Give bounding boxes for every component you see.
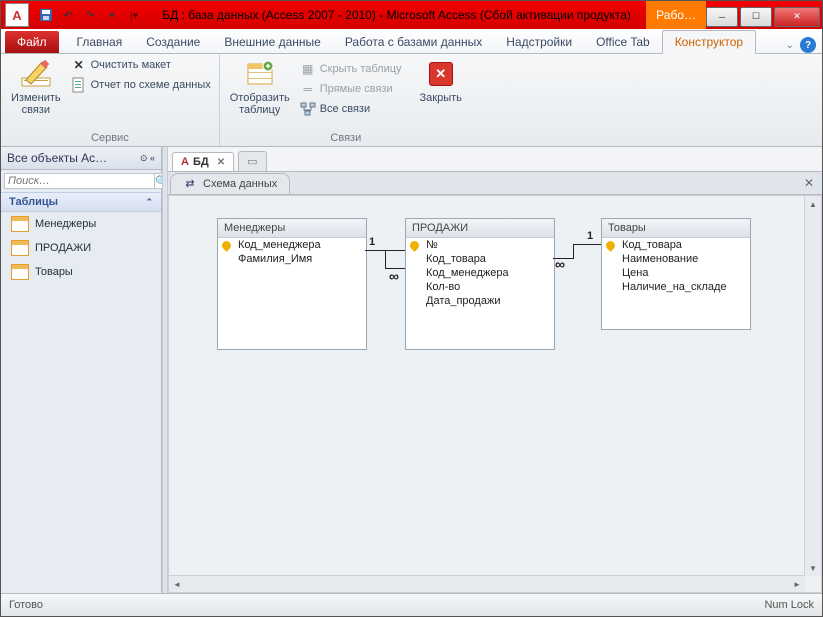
nav-header-dropdown-icon[interactable]: ⊙ « [140,153,155,164]
table-field[interactable]: Код_менеджера [218,238,366,252]
scroll-up-icon[interactable]: ▲ [805,196,821,212]
save-icon[interactable] [37,6,55,24]
tab-create[interactable]: Создание [134,31,212,53]
object-tab-strip: ⇄ Схема данных ✕ [168,172,822,195]
edit-relations-icon [20,58,52,90]
schema-report-icon [71,77,87,93]
nav-search: 🔍 [1,170,161,192]
clear-layout-button[interactable]: ✕ Очистить макет [69,56,213,74]
scroll-right-icon[interactable]: ► [789,576,805,592]
nav-search-input[interactable] [4,173,155,189]
scroll-down-icon[interactable]: ▼ [805,560,821,576]
nav-category-tables[interactable]: Таблицы ⌃ [1,192,161,212]
ribbon: Изменить связи ✕ Очистить макет Отчет по… [1,54,822,147]
navigation-pane: Все объекты Ac… ⊙ « 🔍 Таблицы ⌃ Менеджер… [1,147,162,593]
table-field[interactable]: Наличие_на_складе [602,280,750,294]
table-box-managers[interactable]: МенеджерыКод_менеджераФамилия_Имя [217,218,367,350]
window-close-button[interactable]: ✕ [774,7,820,27]
minimize-button[interactable]: ─ [706,7,738,27]
edit-relations-button[interactable]: Изменить связи [7,56,65,118]
relation-one-left: 1 [369,236,375,248]
table-field[interactable]: Код_менеджера [406,266,554,280]
nav-item-goods[interactable]: Товары [1,260,161,284]
table-icon [11,240,29,256]
quick-access-toolbar: ↶ ↷ ▼ |▾ [33,6,147,24]
doc-tab-blank[interactable]: ▭ [238,151,266,171]
help-icon[interactable]: ? [800,37,816,53]
nav-item-managers[interactable]: Менеджеры [1,212,161,236]
ribbon-group-service: Изменить связи ✕ Очистить макет Отчет по… [1,54,220,146]
scroll-left-icon[interactable]: ◄ [169,576,185,592]
clear-layout-icon: ✕ [71,57,87,73]
status-ready: Готово [9,599,43,611]
qat-dropdown-icon[interactable]: ▼ [103,6,121,24]
hide-table-icon: ▦ [300,61,316,77]
close-object-tab-icon[interactable]: ✕ [796,176,822,190]
tab-database-tools[interactable]: Работа с базами данных [333,31,494,53]
table-field[interactable]: Дата_продажи [406,294,554,308]
nav-pane-header[interactable]: Все объекты Ac… ⊙ « [1,147,161,170]
group-label-service: Сервис [7,132,213,146]
schema-report-button[interactable]: Отчет по схеме данных [69,76,213,94]
hide-table-button: ▦ Скрыть таблицу [298,60,404,78]
direct-relations-icon: ═ [300,81,316,97]
table-header[interactable]: Менеджеры [218,219,366,238]
table-icon [11,216,29,232]
table-field[interactable]: Фамилия_Имя [218,252,366,266]
tab-addins[interactable]: Надстройки [494,31,584,53]
close-icon: ✕ [429,62,453,86]
show-table-button[interactable]: Отобразить таблицу [226,56,294,118]
collapse-icon[interactable]: ⌃ [145,197,153,208]
tab-design[interactable]: Конструктор [662,30,756,54]
maximize-button[interactable]: ☐ [740,7,772,27]
table-field[interactable]: Наименование [602,252,750,266]
all-relations-button[interactable]: Все связи [298,100,404,118]
qat-separator: |▾ [125,6,143,24]
relation-one-right: 1 [587,230,593,242]
table-field[interactable]: Кол-во [406,280,554,294]
tab-file[interactable]: Файл [5,31,59,53]
horizontal-scrollbar[interactable]: ◄ ► [169,575,805,592]
table-field[interactable]: Код_товара [406,252,554,266]
table-field[interactable]: Цена [602,266,750,280]
show-table-icon [244,58,276,90]
tab-external-data[interactable]: Внешние данные [212,31,333,53]
access-doc-icon: A [181,156,189,168]
relation-many-left: ∞ [389,268,399,284]
nav-item-sales[interactable]: ПРОДАЖИ [1,236,161,260]
document-tab-strip: A БД ✕ ▭ [168,147,822,172]
all-relations-icon [300,101,316,117]
status-bar: Готово Num Lock [1,593,822,616]
table-field[interactable]: Код_товара [602,238,750,252]
title-bar: A ↶ ↷ ▼ |▾ БД : база данных (Access 2007… [1,1,822,29]
minimize-ribbon-icon[interactable]: ⌄ [786,40,794,51]
status-numlock: Num Lock [764,599,814,611]
object-tab-schema[interactable]: ⇄ Схема данных [170,173,290,194]
group-label-relations: Связи [226,132,466,146]
window-title: БД : база данных (Access 2007 - 2010) - … [147,8,646,22]
relationships-canvas[interactable]: МенеджерыКод_менеджераФамилия_Имя ПРОДАЖ… [168,195,822,593]
table-field[interactable]: № [406,238,554,252]
undo-icon[interactable]: ↶ [59,6,77,24]
doc-tab-db[interactable]: A БД ✕ [172,152,234,171]
ribbon-tab-strip: Файл Главная Создание Внешние данные Раб… [1,29,822,54]
vertical-scrollbar[interactable]: ▲ ▼ [804,196,821,576]
direct-relations-button: ═ Прямые связи [298,80,404,98]
table-box-goods[interactable]: ТоварыКод_товараНаименованиеЦенаНаличие_… [601,218,751,330]
tab-office-tab[interactable]: Office Tab [584,31,662,53]
relationships-icon: ⇄ [183,177,197,191]
table-header[interactable]: ПРОДАЖИ [406,219,554,238]
access-app-icon: A [5,3,29,27]
tab-home[interactable]: Главная [65,31,135,53]
table-header[interactable]: Товары [602,219,750,238]
contextual-tab-header[interactable]: Рабо… [646,1,706,29]
redo-icon[interactable]: ↷ [81,6,99,24]
close-tab-icon[interactable]: ✕ [213,157,225,168]
relation-many-right: ∞ [555,256,565,272]
blank-doc-icon: ▭ [247,155,257,168]
ribbon-group-show-table: Отобразить таблицу ▦ Скрыть таблицу ═ Пр… [220,54,472,146]
table-box-sales[interactable]: ПРОДАЖИ№Код_товараКод_менеджераКол-воДат… [405,218,555,350]
close-relations-button[interactable]: ✕ Закрыть [416,56,466,106]
table-icon [11,264,29,280]
